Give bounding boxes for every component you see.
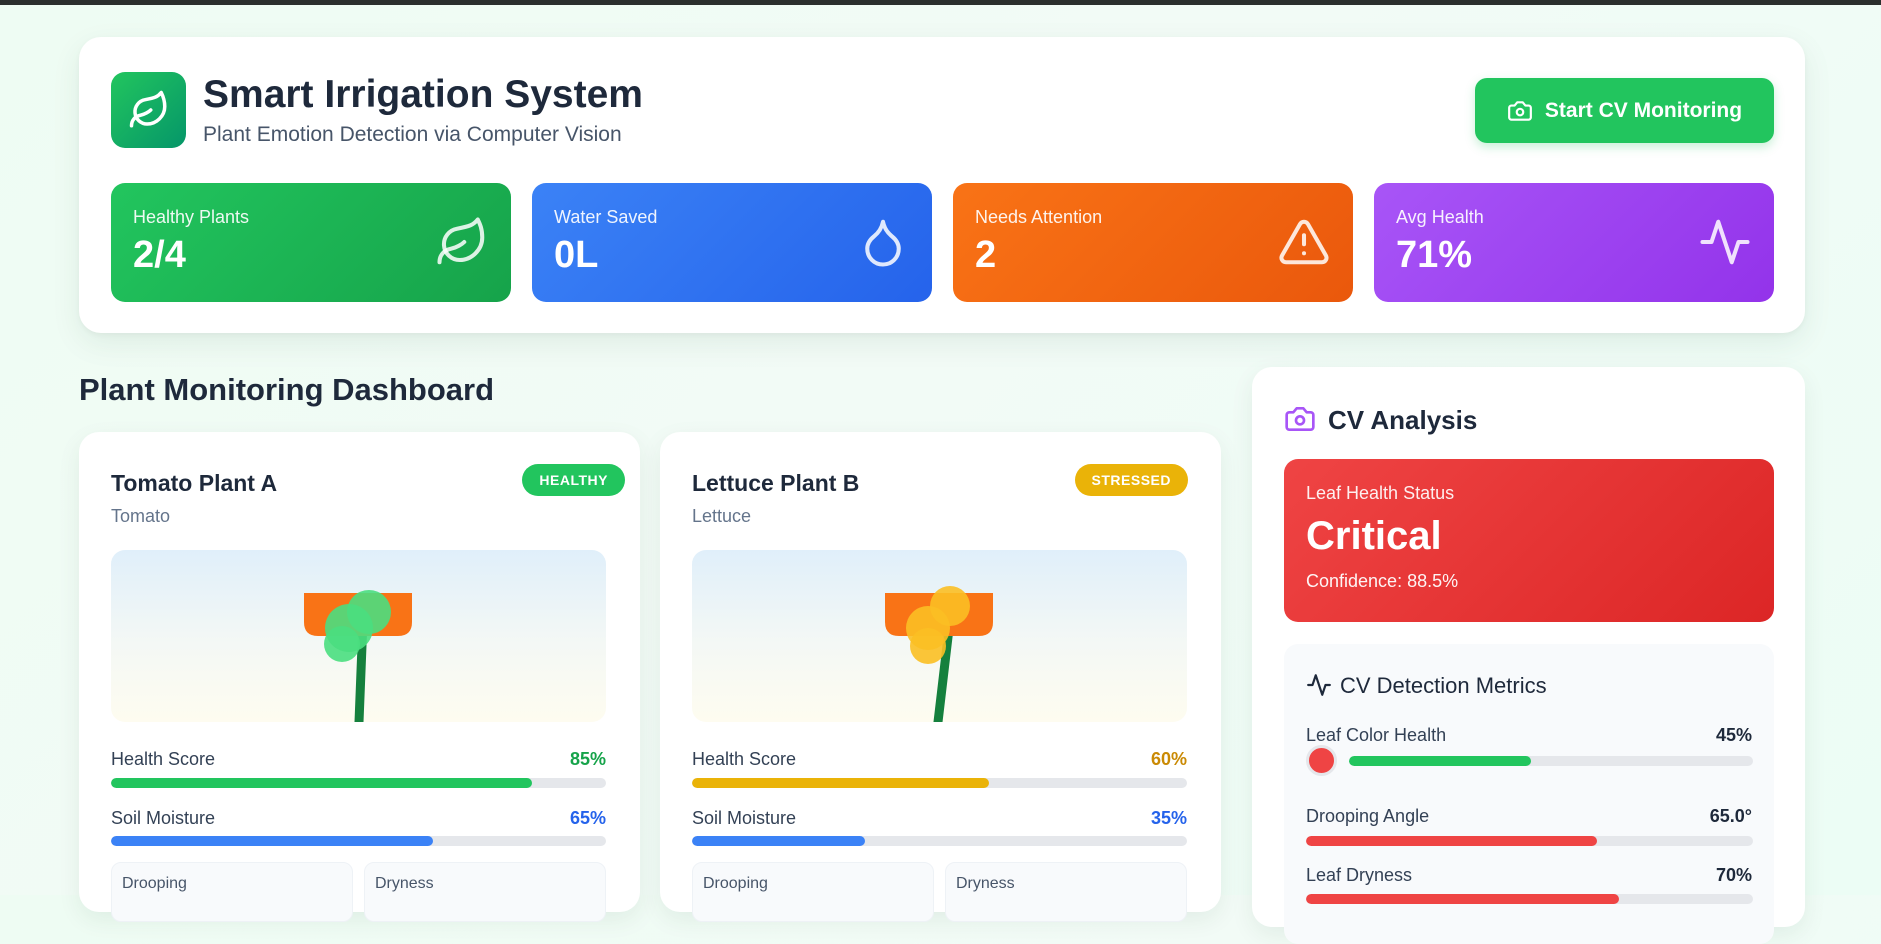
metric-bar-fill — [1306, 836, 1597, 846]
drooping-metric: Drooping — [111, 862, 353, 922]
status-label: Leaf Health Status — [1306, 483, 1455, 503]
warning-icon — [1279, 219, 1329, 265]
health-score-bar — [692, 778, 1187, 788]
metric-bar — [1349, 756, 1753, 766]
soil-moisture-value: 65% — [569, 808, 606, 828]
metric-bar-fill — [1349, 756, 1531, 766]
cv-analysis-panel: CV Analysis Leaf Health Status Critical … — [1252, 367, 1805, 944]
metric-value: 70% — [1715, 865, 1752, 885]
start-cv-monitoring-button[interactable]: Start CV Monitoring — [1475, 78, 1774, 143]
stat-card-water-saved: Water Saved 0L — [532, 183, 932, 302]
health-score-label: Health Score — [111, 749, 216, 769]
app-subtitle: Plant Emotion Detection via Computer Vis… — [203, 123, 622, 146]
status-badge: HEALTHY — [522, 464, 625, 496]
stat-card-needs-attention: Needs Attention 2 — [953, 183, 1353, 302]
metric-bar — [1306, 836, 1753, 846]
soil-moisture-label: Soil Moisture — [692, 808, 797, 828]
metrics-title: CV Detection Metrics — [1340, 673, 1547, 698]
metric-value: 45% — [1715, 725, 1752, 745]
activity-icon — [1307, 674, 1331, 696]
plant-visualization — [111, 550, 606, 722]
health-score-fill — [111, 778, 532, 788]
stat-card-avg-health: Avg Health 71% — [1374, 183, 1774, 302]
metric-bar-fill — [1306, 894, 1619, 904]
cv-detection-metrics: CV Detection Metrics Leaf Color Health 4… — [1284, 644, 1774, 944]
dryness-metric: Dryness — [364, 862, 606, 922]
stat-card-healthy-plants: Healthy Plants 2/4 — [111, 183, 511, 302]
metric-bar — [1306, 894, 1753, 904]
metric-label: Drooping Angle — [1306, 806, 1430, 826]
leaf-icon — [129, 90, 166, 128]
health-score-value: 85% — [569, 749, 606, 769]
droplet-icon — [865, 219, 901, 267]
plant-card[interactable]: Lettuce Plant B Lettuce STRESSED Health … — [660, 432, 1221, 922]
status-value: Critical — [1306, 514, 1442, 558]
plant-leaf — [910, 628, 946, 664]
drooping-metric: Drooping — [692, 862, 934, 922]
camera-icon — [1285, 407, 1315, 431]
status-badge: STRESSED — [1074, 464, 1188, 496]
soil-moisture-fill — [111, 836, 433, 846]
activity-icon — [1700, 219, 1750, 265]
header-card: Smart Irrigation System Plant Emotion De… — [79, 37, 1805, 333]
plant-type: Tomato — [111, 506, 171, 526]
plant-name: Lettuce Plant B — [692, 470, 860, 496]
soil-moisture-bar — [692, 836, 1187, 846]
health-score-value: 60% — [1150, 749, 1187, 769]
confidence-text: Confidence: 88.5% — [1306, 571, 1459, 591]
plant-visualization — [692, 550, 1187, 722]
soil-moisture-value: 35% — [1150, 808, 1187, 828]
soil-moisture-bar — [111, 836, 606, 846]
metric-value: 65.0° — [1709, 806, 1752, 826]
plant-leaf — [324, 626, 360, 662]
health-score-bar — [111, 778, 606, 788]
plant-card[interactable]: Tomato Plant A Tomato HEALTHY Health Sco… — [79, 432, 640, 922]
health-score-fill — [692, 778, 989, 788]
camera-icon — [1508, 100, 1532, 121]
health-score-label: Health Score — [692, 749, 797, 769]
plant-name: Tomato Plant A — [111, 470, 278, 496]
metric-label: Leaf Color Health — [1306, 725, 1447, 745]
cv-analysis-title: CV Analysis — [1328, 405, 1478, 435]
start-button-label: Start CV Monitoring — [1544, 98, 1743, 122]
metric-label: Leaf Dryness — [1306, 865, 1413, 885]
dashboard-title: Plant Monitoring Dashboard — [79, 372, 495, 407]
app-title: Smart Irrigation System — [203, 73, 643, 116]
plant-type: Lettuce — [692, 506, 752, 526]
dryness-metric: Dryness — [945, 862, 1187, 922]
soil-moisture-label: Soil Moisture — [111, 808, 216, 828]
leaf-icon — [437, 217, 485, 265]
soil-moisture-fill — [692, 836, 866, 846]
window-top-bar — [0, 0, 1881, 5]
leaf-color-swatch — [1306, 745, 1337, 776]
leaf-health-status-box: Leaf Health Status Critical Confidence: … — [1284, 459, 1774, 622]
app-logo — [111, 72, 186, 148]
